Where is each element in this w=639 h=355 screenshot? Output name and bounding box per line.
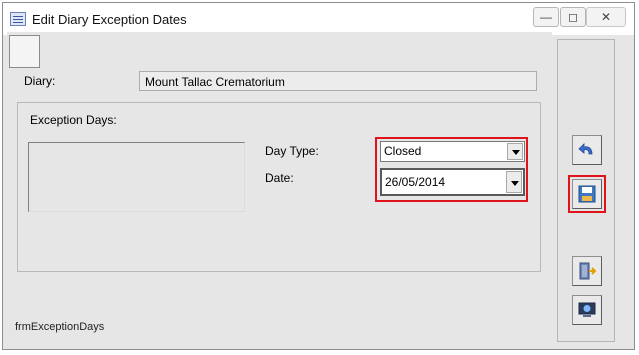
save-icon — [578, 185, 596, 203]
day-type-label: Day Type: — [265, 144, 319, 158]
screen-icon — [578, 302, 596, 317]
undo-icon — [578, 143, 593, 155]
save-button[interactable] — [572, 179, 602, 209]
exception-days-list[interactable] — [28, 142, 245, 212]
diary-field: Mount Tallac Crematorium — [139, 71, 537, 91]
day-type-value: Closed — [384, 144, 422, 158]
chevron-down-icon[interactable] — [506, 171, 522, 193]
view-button[interactable] — [572, 295, 602, 325]
close-button[interactable]: ✕ — [586, 7, 626, 27]
exception-days-label: Exception Days: — [30, 113, 117, 127]
window-title: Edit Diary Exception Dates — [32, 12, 187, 27]
maximize-button[interactable]: ◻ — [560, 7, 586, 27]
exit-door-icon — [579, 262, 597, 280]
diary-label: Diary: — [24, 74, 56, 88]
form-icon — [10, 12, 26, 26]
record-selector[interactable] — [9, 35, 40, 68]
title-bar: Edit Diary Exception Dates — ◻ ✕ — [3, 3, 634, 35]
day-type-combo[interactable]: Closed — [380, 141, 525, 162]
date-label: Date: — [265, 171, 294, 185]
date-combo[interactable]: 26/05/2014 — [380, 168, 525, 196]
exit-button[interactable] — [572, 256, 602, 286]
date-value: 26/05/2014 — [385, 175, 446, 189]
minimize-button[interactable]: — — [533, 7, 559, 27]
chevron-down-icon[interactable] — [507, 143, 523, 160]
form-name-label: frmExceptionDays — [15, 321, 105, 333]
undo-button[interactable] — [572, 135, 602, 165]
